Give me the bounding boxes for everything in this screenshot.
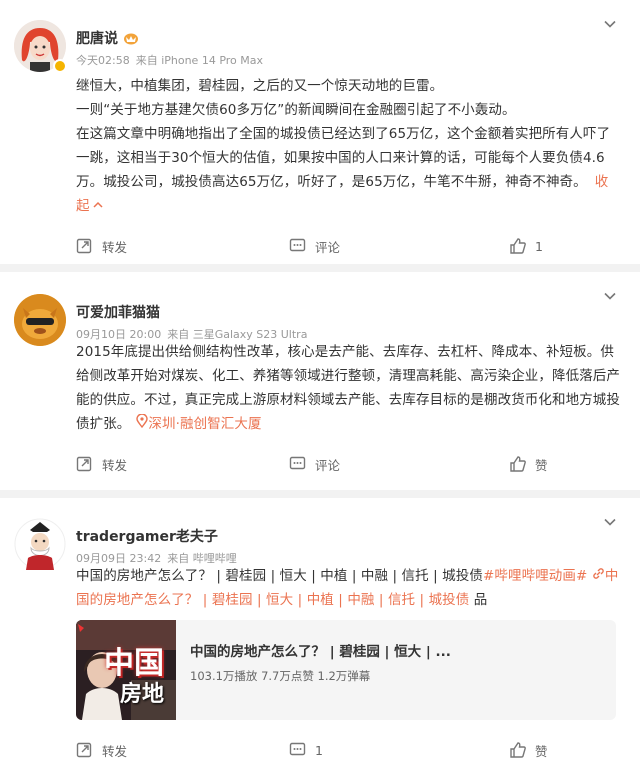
like-button[interactable]: 赞: [509, 741, 548, 760]
comment-count: 1: [315, 742, 323, 758]
like-button[interactable]: 1: [509, 237, 543, 255]
video-thumbnail: 中国 房地: [76, 620, 176, 720]
repost-label: 转发: [102, 457, 128, 473]
video-card[interactable]: 中国 房地 中国的房地产怎么了？ | 碧桂园 | 恒大 | ... 103.1万…: [76, 620, 616, 720]
avatar[interactable]: [14, 518, 66, 570]
post-paragraph-text: 中国的房地产怎么了？ | 碧桂园 | 恒大 | 中植 | 中融 | 信托 | 城…: [76, 568, 483, 584]
verified-badge-icon: [53, 59, 67, 73]
location-link[interactable]: 深圳·融创智汇大厦: [136, 413, 262, 432]
chevron-down-icon[interactable]: [604, 516, 616, 528]
repost-icon: [76, 456, 92, 472]
link-icon: [593, 568, 604, 579]
chevron-down-icon[interactable]: [604, 290, 616, 302]
post-paragraph: 继恒大，中植集团，碧桂园，之后的又一个惊天动地的巨雷。: [76, 78, 444, 94]
like-icon: [510, 456, 526, 472]
like-label: 赞: [535, 457, 548, 473]
comment-icon: [289, 456, 306, 470]
post-text: 2015年底提出供给侧结构性改革，核心是去产能、去库存、去杠杆、降成本、补短板。…: [0, 340, 640, 436]
post-paragraph-text: 在这篇文章中明确地指出了全国的城投债已经达到了65万亿，这个金额着实把所有人吓了…: [76, 126, 611, 190]
like-count: 1: [535, 238, 543, 254]
like-label: 赞: [535, 743, 548, 759]
avatar[interactable]: [14, 294, 66, 346]
post-card: 肥唐说 今天02:58 来自 iPhone 14 Pro Max 继恒大，中植集团…: [0, 0, 640, 264]
post-paragraph: 在这篇文章中明确地指出了全国的城投债已经达到了65万亿，这个金额着实把所有人吓了…: [76, 122, 620, 218]
author-name[interactable]: 可爱加菲猫猫: [76, 302, 160, 322]
repost-button[interactable]: 转发: [76, 237, 289, 256]
comment-button[interactable]: 评论: [289, 237, 509, 256]
vip-crown-icon: [124, 33, 138, 45]
video-title: 中国的房地产怎么了？ | 碧桂园 | 恒大 | ...: [190, 644, 451, 660]
chevron-down-icon[interactable]: [604, 18, 616, 30]
video-stats: 103.1万播放 7.7万点赞 1.2万弹幕: [190, 669, 371, 683]
action-bar: 转发 评论 1: [0, 224, 640, 268]
post-paragraph: 一则“关于地方基建欠债60多万亿”的新闻瞬间在金融圈引起了不小轰动。: [76, 102, 516, 118]
author-name[interactable]: 肥唐说: [76, 28, 118, 48]
repost-icon: [76, 238, 92, 254]
like-icon: [510, 742, 526, 758]
post-text: 继恒大，中植集团，碧桂园，之后的又一个惊天动地的巨雷。 一则“关于地方基建欠债6…: [0, 74, 640, 218]
like-icon: [510, 238, 526, 254]
repost-button[interactable]: 转发: [76, 455, 289, 474]
avatar[interactable]: [14, 20, 67, 73]
author-name[interactable]: tradergamer老夫子: [76, 526, 218, 546]
post-text: 中国的房地产怎么了？ | 碧桂园 | 恒大 | 中植 | 中融 | 信托 | 城…: [0, 564, 640, 612]
post-paragraph: 2015年底提出供给侧结构性改革，核心是去产能、去库存、去杠杆、降成本、补短板。…: [76, 340, 620, 436]
action-bar: 转发 1 赞: [0, 728, 640, 769]
thumbnail-caption: 房地: [120, 682, 165, 707]
post-source: 来自 iPhone 14 Pro Max: [135, 54, 264, 67]
post-card: 可爱加菲猫猫 09月10日 20:00 来自 三星Galaxy S23 Ultra…: [0, 272, 640, 490]
like-button[interactable]: 赞: [509, 455, 548, 474]
comment-button[interactable]: 评论: [289, 455, 509, 474]
hashtag-link[interactable]: #哔哩哔哩动画#: [483, 568, 587, 584]
comment-icon: [289, 742, 306, 756]
location-label: 深圳·融创智汇大厦: [148, 416, 262, 432]
repost-icon: [76, 742, 92, 758]
post-card: tradergamer老夫子 09月09日 23:42 来自 哔哩哔哩 中国的房地…: [0, 498, 640, 769]
comment-label: 评论: [315, 239, 341, 255]
comment-button[interactable]: 1: [289, 742, 509, 758]
action-bar: 转发 评论 赞: [0, 442, 640, 486]
post-time[interactable]: 今天02:58: [76, 54, 130, 67]
repost-label: 转发: [102, 239, 128, 255]
feed: 肥唐说 今天02:58 来自 iPhone 14 Pro Max 继恒大，中植集团…: [0, 0, 640, 769]
post-paragraph: 中国的房地产怎么了？ | 碧桂园 | 恒大 | 中植 | 中融 | 信托 | 城…: [76, 564, 620, 612]
repost-label: 转发: [102, 743, 128, 759]
repost-button[interactable]: 转发: [76, 741, 289, 760]
comment-label: 评论: [315, 457, 341, 473]
location-icon: [136, 413, 149, 429]
link-suffix: 品: [473, 592, 488, 608]
comment-icon: [289, 238, 306, 252]
chevron-up-icon: [93, 201, 103, 208]
post-meta: 今天02:58 来自 iPhone 14 Pro Max: [76, 52, 263, 68]
